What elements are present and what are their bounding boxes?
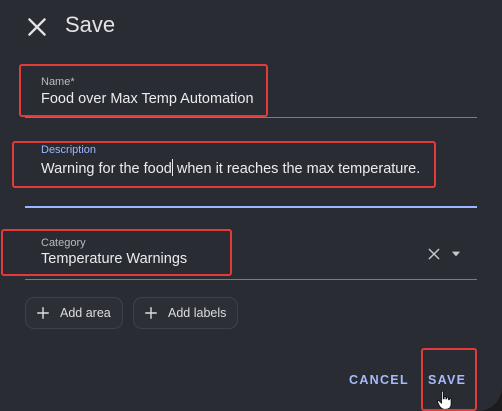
clear-icon[interactable]: [427, 247, 441, 261]
category-select[interactable]: Category Temperature Warnings: [25, 226, 477, 280]
name-field-value[interactable]: Food over Max Temp Automation: [41, 91, 254, 107]
description-text-before-caret: Warning for the food: [41, 161, 172, 177]
description-text-after-caret: when it reaches the max temperature.: [172, 161, 421, 177]
add-labels-chip[interactable]: Add labels: [133, 297, 238, 329]
add-area-chip[interactable]: Add area: [25, 297, 123, 329]
dialog-header: Save: [0, 0, 502, 54]
plus-icon: [37, 307, 49, 319]
add-labels-label: Add labels: [168, 306, 227, 320]
dialog-title: Save: [65, 12, 116, 37]
dropdown-arrow-icon[interactable]: [449, 247, 463, 261]
save-button[interactable]: SAVE: [428, 373, 466, 387]
close-icon[interactable]: [24, 14, 50, 40]
description-field-value[interactable]: Warning for the food when it reaches the…: [41, 159, 420, 177]
category-field-label: Category: [41, 237, 86, 249]
description-field[interactable]: Description Warning for the food when it…: [25, 137, 477, 208]
category-field-value: Temperature Warnings: [41, 251, 188, 267]
plus-icon: [145, 307, 157, 319]
name-field[interactable]: Name* Food over Max Temp Automation: [25, 62, 477, 118]
hand-cursor-icon: [437, 390, 452, 410]
add-area-label: Add area: [60, 306, 111, 320]
description-field-label: Description: [41, 144, 97, 156]
save-dialog: Save Name* Food over Max Temp Automation…: [0, 0, 502, 411]
cancel-button[interactable]: CANCEL: [349, 373, 409, 387]
name-field-label: Name*: [41, 76, 75, 88]
